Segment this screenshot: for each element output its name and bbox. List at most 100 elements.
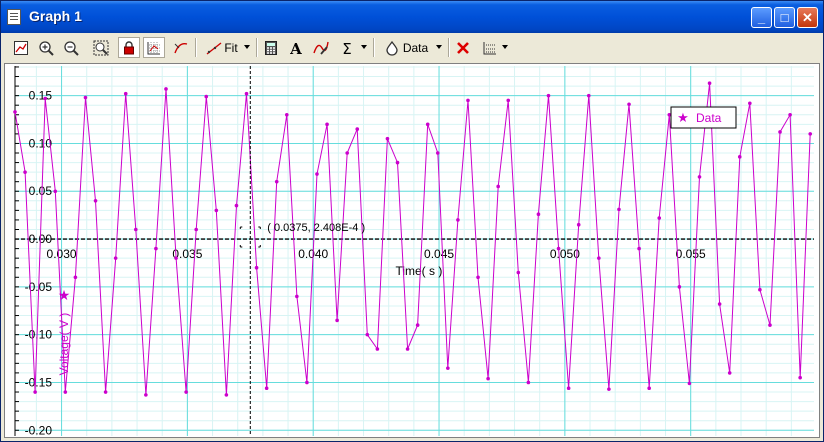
graph-plot-area[interactable]: 0.030 0.035 0.040 0.045 0.050 0.055 0.15 0.10 0… [4,63,820,438]
grid-icon [147,41,160,54]
data-point [717,302,722,306]
zoom-in-button[interactable] [35,37,57,58]
smooth-icon [174,42,188,53]
data-point [647,386,651,390]
data-point [93,199,98,203]
maximize-button[interactable]: □ [774,7,795,28]
statistics-chevron-down-icon [361,45,367,49]
data-point [607,387,611,391]
data-point [83,95,88,100]
data-point [244,91,249,96]
data-point [597,256,601,260]
graph-document-icon [7,9,21,25]
graph-layout-chevron-down-icon [502,45,508,49]
data-point [284,112,289,117]
data-point [566,386,571,390]
x-axis-label: Time( s ) [395,264,442,278]
text-icon: A [289,40,302,56]
data-point [264,386,269,390]
data-point [516,270,521,275]
calculated-column-button[interactable] [260,37,282,58]
lock-button[interactable] [118,37,140,58]
data-point [43,96,47,101]
data-point [415,323,420,327]
graph-options-icon [14,40,28,55]
legend-star-icon: ★ [677,111,689,126]
curve-button[interactable] [310,37,332,58]
fit-dropdown[interactable]: Fit [199,37,253,58]
data-point [556,246,561,251]
data-point [466,98,470,103]
lock-icon [124,40,134,54]
zoom-out-icon [64,40,79,56]
data-point [446,366,450,370]
y-tick-label: 0.15 [29,89,53,103]
graph-window: Graph 1 _ □ ✕ Fit A Σ Data 0.030 0.035 0… [0,0,824,442]
data-point [405,347,410,351]
data-point [727,371,732,375]
data-point [707,81,712,86]
data-point [536,212,541,216]
y-tick-label: -0.10 [25,328,53,342]
data-set-chevron-down-icon [436,45,442,49]
text-annotation-button[interactable]: A [285,37,307,58]
statistics-dropdown[interactable]: Σ [334,37,370,58]
data-point [546,93,551,98]
data-point [748,101,752,106]
data-set-icon [386,40,398,56]
svg-text:A: A [289,40,302,56]
fit-label: Fit [224,40,238,55]
data-point [103,390,108,394]
graph-layout-dropdown[interactable] [477,37,511,58]
data-point [123,91,128,96]
data-point [274,179,279,184]
data-point [13,110,17,114]
x-tick-label: 0.050 [550,247,580,261]
voltage-time-chart[interactable]: 0.030 0.035 0.040 0.045 0.050 0.055 0.150.100… [5,64,819,437]
data-point [345,151,349,155]
smooth-button[interactable] [170,37,192,58]
data-point [657,216,662,220]
graph-toolbar: Fit A Σ Data [4,35,820,61]
data-point [305,380,309,385]
data-point [315,172,319,176]
data-point [456,218,460,222]
legend[interactable]: ★ Data [670,106,737,129]
data-point [425,122,430,127]
curve-icon [313,41,329,55]
grid-toggle-button[interactable] [143,37,165,58]
graph-layout-icon [483,41,496,54]
delete-icon [457,41,469,54]
data-set-label: Data [402,40,429,55]
data-point [113,256,118,260]
data-point [476,275,480,280]
y-tick-label: -0.15 [25,375,53,389]
close-button[interactable]: ✕ [797,7,818,28]
data-point [768,323,772,327]
title-bar[interactable]: Graph 1 _ □ ✕ [1,1,823,33]
data-point [254,265,259,270]
data-point [375,347,380,351]
delete-button[interactable] [452,37,474,58]
data-point [737,155,742,159]
zoom-out-button[interactable] [60,37,82,58]
data-point [335,318,339,323]
data-point [395,160,400,165]
data-point [637,246,641,251]
sigma-icon: Σ [342,40,351,56]
data-set-dropdown[interactable]: Data [377,37,445,58]
fit-chevron-down-icon [244,45,250,49]
data-point [214,208,219,213]
data-point [617,207,621,212]
autoscale-button[interactable] [90,37,112,58]
data-point [234,203,239,208]
x-tick-label: 0.055 [676,247,706,261]
zoom-in-icon [39,40,54,56]
minimize-button[interactable]: _ [751,7,772,28]
data-point [53,189,58,194]
data-point [154,246,158,251]
data-point [697,175,702,179]
graph-options-button[interactable] [10,37,32,58]
data-point [496,184,500,189]
calculator-icon [265,40,277,55]
